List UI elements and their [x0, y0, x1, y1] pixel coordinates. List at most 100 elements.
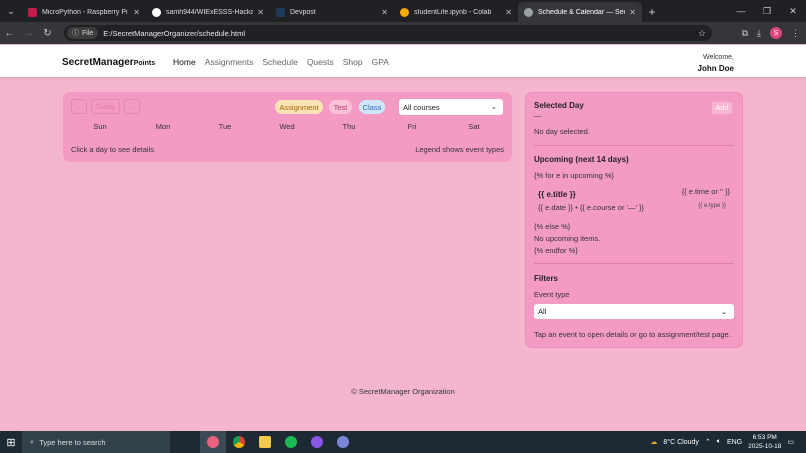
- event-title-placeholder[interactable]: {{ e.title }}: [538, 190, 576, 199]
- tab-search-icon[interactable]: ⌄: [0, 0, 22, 22]
- nav-gpa[interactable]: GPA: [372, 57, 389, 67]
- colab-favicon-icon: [400, 7, 409, 17]
- tab-close-icon[interactable]: ✕: [505, 8, 512, 17]
- close-window-icon[interactable]: ✕: [780, 0, 806, 22]
- weekday-label: Fri: [407, 122, 417, 131]
- taskbar-search[interactable]: ⌕ Type here to search: [22, 431, 170, 453]
- github-desktop-icon[interactable]: [304, 431, 330, 453]
- next-month-button[interactable]: →: [124, 99, 140, 114]
- maximize-icon[interactable]: ❐: [754, 0, 780, 22]
- browser-tab[interactable]: MicroPython - Raspberry Pi Do ✕: [22, 2, 146, 22]
- tab-close-icon[interactable]: ✕: [629, 8, 636, 17]
- back-icon[interactable]: ←: [0, 28, 19, 39]
- event-date-placeholder: {{ e.date }} • {{ e.course or '—' }}: [538, 203, 644, 212]
- nav-shop[interactable]: Shop: [343, 57, 363, 67]
- template-else-text: {% else %}: [534, 222, 571, 231]
- raspberrypi-favicon-icon: [28, 7, 37, 17]
- clock[interactable]: 6:53 PM 2025-10-18: [748, 433, 781, 451]
- tab-close-icon[interactable]: ✕: [133, 8, 140, 17]
- nav-home[interactable]: Home: [173, 57, 196, 67]
- browser-tab-active[interactable]: Schedule & Calendar — Secret ✕: [518, 2, 642, 22]
- divider: [534, 263, 734, 264]
- window-controls: — ❐ ✕: [728, 0, 806, 22]
- brand-name: SecretManager: [62, 57, 134, 68]
- site-header: SecretManagerPoints Home Assignments Sch…: [0, 45, 806, 77]
- file-explorer-icon[interactable]: [252, 431, 278, 453]
- event-type-select[interactable]: All ⌄: [534, 304, 734, 319]
- weekday-label: Wed: [279, 122, 295, 131]
- chrome-icon[interactable]: [226, 431, 252, 453]
- clock-time: 6:53 PM: [752, 434, 777, 441]
- welcome-block: Welcome, John Doe: [698, 52, 734, 75]
- language-indicator[interactable]: ENG: [727, 439, 742, 446]
- bookmark-star-icon[interactable]: ☆: [698, 28, 706, 39]
- browser-tab[interactable]: Devpost ✕: [270, 2, 394, 22]
- event-type-value: All: [538, 307, 547, 316]
- tab-label: studentLife.ipynb - Colab: [414, 8, 492, 16]
- tab-label: Devpost: [290, 8, 316, 16]
- brand-logo[interactable]: SecretManagerPoints: [62, 57, 155, 68]
- devpost-favicon-icon: [276, 7, 285, 17]
- nav-schedule[interactable]: Schedule: [262, 57, 297, 67]
- nav-quests[interactable]: Quests: [307, 57, 334, 67]
- legend-test: Test: [329, 100, 352, 114]
- event-time-placeholder: {{ e.time or '' }}: [681, 187, 730, 196]
- new-tab-icon[interactable]: +: [642, 2, 662, 22]
- legend-note: Legend shows event types: [415, 145, 504, 154]
- forward-icon[interactable]: →: [19, 28, 38, 39]
- volume-icon[interactable]: 🔈︎: [717, 438, 721, 446]
- spotify-icon[interactable]: [278, 431, 304, 453]
- file-chip[interactable]: ⓘ File: [67, 27, 99, 39]
- template-for-text: {% for e in upcoming %}: [534, 171, 615, 180]
- tab-close-icon[interactable]: ✕: [257, 8, 264, 17]
- welcome-text: Welcome,: [703, 54, 734, 61]
- click-day-hint: Click a day to see details: [71, 145, 154, 154]
- weekday-label: Sat: [468, 122, 480, 131]
- extensions-icon[interactable]: ⧉: [742, 28, 748, 39]
- tab-label: samh944/WIExESSS-Hackathon: [166, 8, 254, 16]
- add-button[interactable]: Add: [712, 102, 732, 114]
- weekday-label: Tue: [218, 122, 232, 131]
- info-icon: ⓘ: [72, 30, 79, 37]
- template-endfor-text: {% endfor %}: [534, 246, 578, 255]
- divider: [534, 145, 734, 146]
- chevron-down-icon: ⌄: [721, 308, 727, 316]
- address-bar-row: ← → ↻ ⓘ File E:/SecretManagerOrganizer/sc…: [0, 22, 806, 44]
- browser-tab[interactable]: studentLife.ipynb - Colab ✕: [394, 2, 518, 22]
- nav-assignments[interactable]: Assignments: [205, 57, 254, 67]
- notification-icon[interactable]: ▭: [787, 438, 794, 446]
- reload-icon[interactable]: ↻: [38, 28, 57, 39]
- tab-label: MicroPython - Raspberry Pi Do: [42, 8, 130, 16]
- download-icon[interactable]: ⤓: [757, 28, 761, 39]
- upcoming-title: Upcoming (next 14 days): [534, 155, 629, 164]
- today-button[interactable]: Today: [91, 99, 120, 114]
- minimize-icon[interactable]: —: [728, 0, 754, 22]
- clock-date: 2025-10-18: [748, 443, 782, 450]
- chevron-down-icon: ⌄: [491, 104, 497, 111]
- event-type-label: Event type: [534, 290, 570, 299]
- taskbar-search-placeholder: Type here to search: [39, 437, 106, 447]
- chrome-alt-profile-icon[interactable]: [330, 431, 356, 453]
- chrome-profile-icon[interactable]: [200, 431, 226, 453]
- prev-month-button[interactable]: ←: [71, 99, 87, 114]
- profile-avatar[interactable]: S: [770, 27, 782, 39]
- tab-close-icon[interactable]: ✕: [381, 8, 388, 17]
- legend-assignment: Assignment: [275, 100, 323, 114]
- tray-chevron-icon[interactable]: ⌃: [705, 438, 711, 446]
- filters-title: Filters: [534, 274, 559, 283]
- no-day-selected-text: No day selected.: [534, 127, 590, 136]
- url-text[interactable]: E:/SecretManagerOrganizer/schedule.html: [103, 29, 245, 38]
- windows-start-icon[interactable]: ⊞: [0, 436, 22, 449]
- course-select[interactable]: All courses ⌄: [399, 99, 503, 115]
- main-nav: Home Assignments Schedule Quests Shop GP…: [173, 57, 389, 67]
- browser-tab[interactable]: samh944/WIExESSS-Hackathon ✕: [146, 2, 270, 22]
- weather-text[interactable]: 8°C Cloudy: [663, 439, 698, 446]
- address-bar[interactable]: ⓘ File E:/SecretManagerOrganizer/schedule…: [64, 25, 712, 41]
- no-upcoming-text: No upcoming items.: [534, 234, 601, 243]
- file-chip-label: File: [82, 29, 94, 37]
- footer-copyright: © SecretManager Organization: [351, 387, 455, 396]
- filters-tip: Tap an event to open details or go to as…: [534, 330, 731, 339]
- course-select-value: All courses: [403, 102, 440, 112]
- menu-kebab-icon[interactable]: ⋮: [791, 28, 800, 39]
- search-icon: ⌕: [30, 437, 35, 446]
